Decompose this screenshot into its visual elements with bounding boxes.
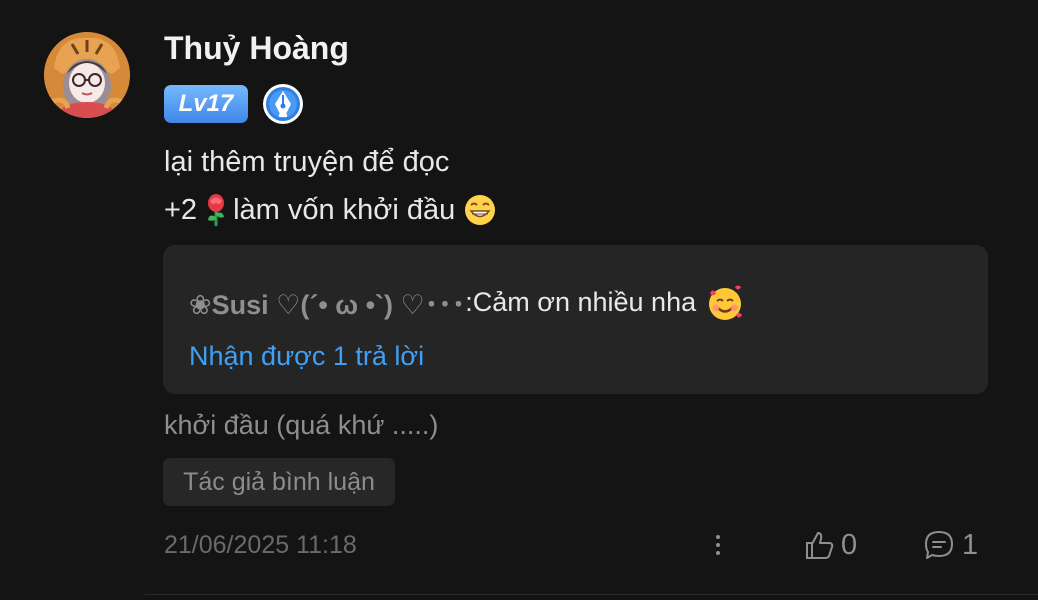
author-comment-tag: Tác giả bình luận [163, 458, 395, 506]
comment-text-1: lại thêm truyện để đọc [164, 146, 450, 178]
view-replies-link[interactable]: Nhận được 1 trả lời [189, 341, 424, 372]
more-options-button[interactable] [706, 529, 730, 561]
pen-nib-icon [262, 83, 304, 125]
comment-text-line-1: lại thêm truyện để đọc [164, 146, 449, 179]
comment-button[interactable]: 1 [922, 526, 978, 564]
divider [145, 594, 1038, 595]
smiling-face-with-hearts-icon [706, 284, 744, 322]
rose-icon [205, 193, 227, 227]
reply-text: Cảm ơn nhiều nha [472, 287, 697, 317]
reply-preview[interactable]: ❀Susi ♡(´• ω •`) ♡･･･ : Cảm ơn nhiều nha… [163, 245, 988, 394]
timestamp: 21/06/2025 11:18 [164, 531, 357, 559]
reply-author[interactable]: ❀Susi ♡(´• ω •`) ♡･･･ [189, 283, 465, 322]
reply-separator: : [465, 287, 473, 317]
avatar-image [44, 32, 130, 118]
comment-text-prefix: +2 [164, 193, 198, 226]
author-name[interactable]: Thuỷ Hoàng [164, 30, 349, 67]
grinning-face-icon [464, 194, 496, 226]
thumbs-up-icon [806, 532, 834, 559]
vertical-ellipsis-icon [716, 535, 720, 555]
avatar[interactable] [44, 32, 130, 118]
comment-count: 1 [962, 528, 979, 561]
level-badge: Lv17 [164, 85, 248, 123]
reply-line: ❀Susi ♡(´• ω •`) ♡･･･ : Cảm ơn nhiều nha [189, 283, 744, 322]
comment-bubble-icon [925, 531, 953, 559]
comment-text-middle: làm vốn khởi đầu [233, 193, 456, 226]
like-button[interactable]: 0 [803, 526, 857, 564]
comment-text-line-2: +2 làm vốn khởi đầu [164, 193, 496, 227]
like-count: 0 [841, 528, 858, 561]
story-excerpt[interactable]: khởi đầu (quá khứ .....) [164, 410, 438, 441]
